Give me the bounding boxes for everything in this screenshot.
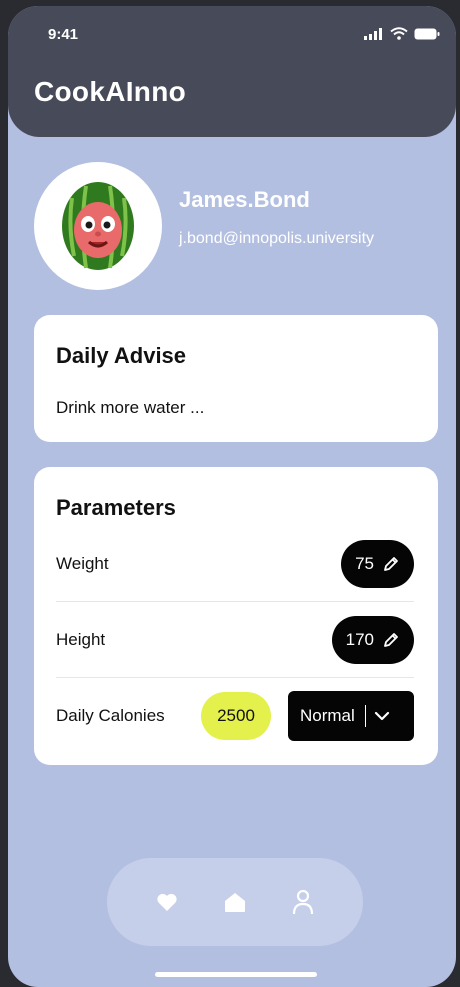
calories-mode-select[interactable]: Normal [288, 691, 414, 741]
calories-row: Daily Calonies 2500 Normal [56, 678, 414, 754]
chevron-down-icon [374, 711, 390, 721]
home-indicator [155, 972, 317, 977]
phone-screen: 9:41 CookAInno James.Bond j.bond@innopol… [8, 6, 456, 987]
watermelon-avatar-icon [62, 182, 134, 270]
user-email: j.bond@innopolis.university [179, 230, 375, 247]
weight-value: 75 [355, 554, 374, 573]
parameters-card: Parameters Weight 75 Height 170 Daily Ca… [34, 467, 438, 765]
height-value: 170 [345, 630, 374, 649]
calories-value: 2500 [201, 692, 271, 740]
daily-advise-card: Daily Advise Drink more water ... [34, 315, 438, 442]
user-name: James.Bond [179, 187, 310, 212]
height-row: Height 170 [56, 602, 414, 678]
signal-icon [364, 27, 382, 40]
pencil-icon [384, 557, 398, 571]
parameters-title: Parameters [56, 495, 176, 520]
weight-row: Weight 75 [56, 526, 414, 602]
battery-icon [414, 28, 440, 39]
nav-home-button[interactable] [215, 882, 255, 922]
user-icon [292, 889, 314, 915]
daily-advise-title: Daily Advise [56, 343, 187, 368]
bottom-nav [107, 858, 363, 946]
nav-favorites-button[interactable] [147, 882, 187, 922]
height-label: Height [56, 630, 106, 649]
select-separator [364, 705, 366, 727]
app-header: 9:41 CookAInno [8, 6, 456, 137]
weight-edit-button[interactable]: 75 [341, 540, 414, 588]
heart-icon [157, 893, 177, 911]
status-time: 9:41 [48, 26, 79, 43]
nav-profile-button[interactable] [283, 882, 323, 922]
avatar[interactable] [34, 162, 162, 290]
status-icons [364, 27, 440, 40]
pencil-icon [384, 633, 398, 647]
wifi-icon [390, 27, 408, 40]
calories-mode-label: Normal [300, 706, 355, 725]
calories-label: Daily Calonies [56, 706, 165, 725]
app-title: CookAInno [34, 76, 187, 107]
height-edit-button[interactable]: 170 [331, 616, 414, 664]
home-icon [225, 893, 245, 912]
weight-label: Weight [56, 554, 109, 573]
daily-advise-text: Drink more water ... [56, 398, 205, 417]
